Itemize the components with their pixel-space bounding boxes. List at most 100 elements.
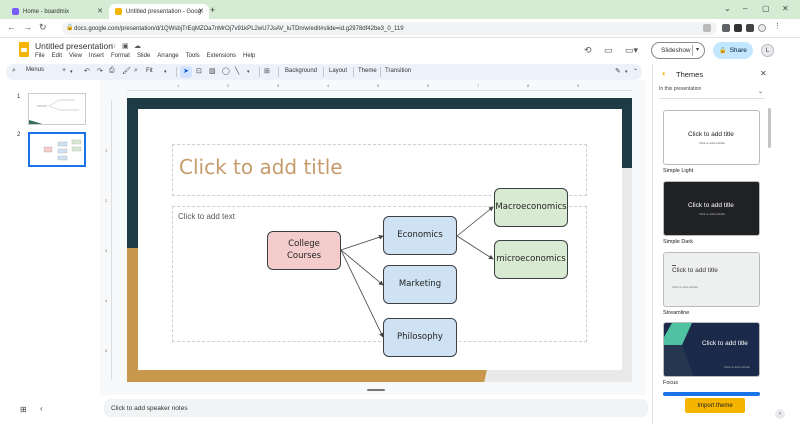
ruler-tick: 4	[105, 298, 108, 303]
slide-thumbnail-1[interactable]	[28, 93, 86, 125]
new-slide-icon[interactable]: +	[62, 67, 66, 74]
url-field[interactable]: 🔒 docs.google.com/presentation/d/1QWsbjT…	[62, 22, 717, 35]
theme-card-streamline[interactable]: Click to add title Click to add subtitle	[663, 252, 760, 307]
browser-tab-boardmix[interactable]: Home - boardmix ✕	[6, 4, 108, 19]
zoom-icon[interactable]: ⌕	[134, 67, 138, 75]
chevron-down-icon[interactable]: ▾	[625, 69, 628, 75]
kebab-menu-icon[interactable]: ⋮	[774, 22, 782, 30]
menu-bar: File Edit View Insert Format Slide Arran…	[35, 53, 255, 59]
node-label: Marketing	[398, 278, 442, 289]
menu-extensions[interactable]: Extensions	[207, 53, 236, 59]
themes-filter-select[interactable]: In this presentation ⌄	[659, 86, 765, 99]
theme-name: Simple Dark	[663, 239, 693, 245]
node-macroeconomics[interactable]: Macroeconomics	[494, 188, 568, 227]
minimize-icon[interactable]: –	[743, 4, 747, 13]
menu-insert[interactable]: Insert	[89, 53, 104, 59]
chevron-down-icon[interactable]: ▾	[696, 46, 699, 53]
horizontal-ruler[interactable]: 1 2 3 4 5 6 7 8 9	[127, 83, 632, 91]
slide-thumbnail-2[interactable]	[27, 131, 87, 168]
puzzle-icon[interactable]	[746, 24, 754, 32]
undo-icon[interactable]: ↶	[84, 67, 90, 75]
collapse-toolbar-icon[interactable]: ⌃	[633, 68, 638, 75]
chevron-left-icon[interactable]: ‹	[40, 404, 43, 413]
tab-title: Untitled presentation - Goog	[126, 8, 202, 15]
install-icon[interactable]	[703, 24, 711, 32]
node-philosophy[interactable]: Philosophy	[383, 318, 457, 357]
import-theme-button[interactable]: Import theme	[685, 398, 745, 413]
star-icon[interactable]: ☆	[110, 42, 116, 50]
menus-search[interactable]: Menus	[26, 67, 44, 73]
menu-format[interactable]: Format	[111, 53, 130, 59]
meet-camera-icon[interactable]: ▭▾	[625, 45, 638, 56]
extension-icon[interactable]	[734, 24, 742, 32]
pen-icon[interactable]: ✎	[615, 67, 621, 75]
address-bar-row: ← → ↻ 🔒 docs.google.com/presentation/d/1…	[0, 19, 800, 38]
chevron-right-icon[interactable]: ›	[775, 409, 785, 419]
chevron-down-icon[interactable]: ▾	[70, 69, 73, 75]
body-placeholder-text: Click to add text	[178, 212, 235, 221]
theme-card-simple-dark[interactable]: Click to add title Click to add subtitle	[663, 181, 760, 236]
chevron-down-icon[interactable]: ▾	[247, 69, 250, 75]
paint-format-icon[interactable]: 🖌	[122, 67, 131, 75]
grid-view-icon[interactable]: ⊞	[20, 405, 27, 414]
tab-search-icon[interactable]: ⌄	[724, 4, 731, 13]
ruler-tick: 6	[427, 83, 430, 88]
comment-add-icon[interactable]: ⊞	[264, 67, 270, 75]
close-tab-icon[interactable]: ✕	[198, 7, 204, 15]
theme-card-focus[interactable]: Click to add title Click to add subtitle	[663, 322, 760, 377]
slide-content-area[interactable]: Click to add title Click to add text Col…	[138, 109, 622, 370]
extension-icon[interactable]	[722, 24, 730, 32]
speaker-notes-field[interactable]: Click to add speaker notes	[104, 399, 648, 417]
notes-resize-handle[interactable]	[367, 389, 385, 391]
zoom-select[interactable]: Fit	[146, 68, 153, 74]
chevron-down-icon[interactable]: ▾	[164, 69, 167, 75]
layout-button[interactable]: Layout	[329, 68, 347, 74]
version-history-icon[interactable]: ⟲	[584, 45, 592, 56]
background-button[interactable]: Background	[285, 68, 317, 74]
avatar[interactable]: L	[761, 44, 774, 57]
select-cursor-icon[interactable]: ➤	[180, 66, 192, 78]
forward-icon[interactable]: →	[23, 22, 32, 32]
vertical-ruler[interactable]: 1 2 3 4 5	[104, 100, 112, 380]
theme-button[interactable]: Theme	[358, 68, 377, 74]
node-marketing[interactable]: Marketing	[383, 265, 457, 304]
themes-scrollbar[interactable]	[768, 108, 771, 148]
node-economics[interactable]: Economics	[383, 216, 457, 255]
shape-icon[interactable]: ◯	[222, 67, 230, 75]
profile-icon[interactable]	[758, 24, 766, 32]
menu-file[interactable]: File	[35, 53, 45, 59]
menu-tools[interactable]: Tools	[186, 53, 200, 59]
print-icon[interactable]: ⎙	[109, 67, 115, 75]
slide-canvas[interactable]: Click to add title Click to add text Col…	[127, 98, 632, 382]
menu-slide[interactable]: Slide	[137, 53, 150, 59]
line-icon[interactable]: ╲	[235, 67, 239, 75]
move-folder-icon[interactable]: ▣	[122, 42, 129, 50]
text-box-icon[interactable]: ⊡	[196, 67, 202, 75]
maximize-icon[interactable]: ▢	[762, 4, 770, 13]
slideshow-button[interactable]: Slideshow ▾	[651, 42, 705, 59]
menu-arrange[interactable]: Arrange	[157, 53, 178, 59]
theme-card-next[interactable]	[663, 392, 760, 396]
image-icon[interactable]: ▨	[209, 67, 216, 75]
close-icon[interactable]: ✕	[760, 69, 767, 78]
comment-icon[interactable]: ▭	[604, 45, 613, 56]
node-college-courses[interactable]: College Courses	[267, 231, 341, 270]
share-button[interactable]: 🔒 Share	[713, 42, 753, 59]
theme-preview-title: Click to add title	[672, 267, 718, 274]
slides-logo-icon[interactable]	[19, 42, 29, 57]
window-close-icon[interactable]: ✕	[782, 4, 789, 13]
reload-icon[interactable]: ↻	[39, 22, 47, 33]
new-tab-button[interactable]: +	[210, 5, 215, 15]
divider	[259, 67, 260, 77]
menu-help[interactable]: Help	[243, 53, 255, 59]
menu-edit[interactable]: Edit	[52, 53, 62, 59]
theme-card-simple-light[interactable]: Click to add title Click to add subtitle	[663, 110, 760, 165]
document-title[interactable]: Untitled presentation	[35, 41, 113, 51]
menu-view[interactable]: View	[69, 53, 82, 59]
node-microeconomics[interactable]: microeconomics	[494, 240, 568, 279]
transition-button[interactable]: Transition	[385, 68, 411, 74]
close-tab-icon[interactable]: ✕	[97, 7, 103, 15]
redo-icon[interactable]: ↷	[97, 67, 103, 75]
browser-tab-slides[interactable]: Untitled presentation - Goog ✕	[109, 4, 209, 19]
back-icon[interactable]: ←	[7, 22, 16, 32]
